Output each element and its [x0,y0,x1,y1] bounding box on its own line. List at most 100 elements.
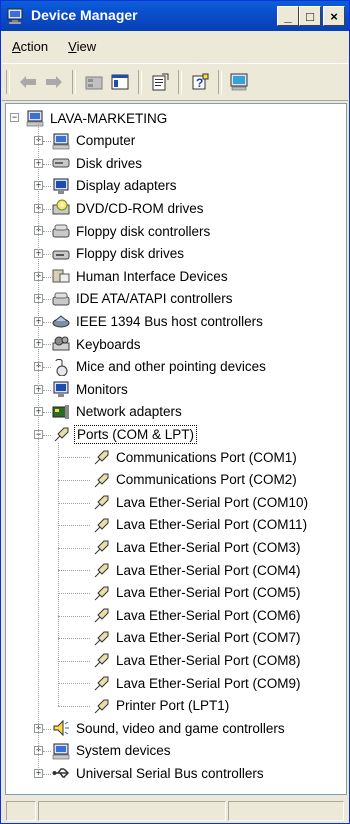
tree-connector [43,208,51,210]
port-icon [94,653,109,668]
mouse-icon [55,358,68,376]
root-expander[interactable]: − [10,113,19,123]
tree-port-item-label: Lava Ether-Serial Port (COM3) [116,539,301,555]
tree-port-item[interactable]: Lava Ether-Serial Port (COM3) [92,536,303,558]
menu-action[interactable]: Action [2,37,58,56]
maximize-button[interactable]: □ [299,6,321,26]
status-panel [6,801,36,821]
close-button[interactable]: × [323,6,345,26]
tree-port-item[interactable]: Lava Ether-Serial Port (COM5) [92,582,303,604]
port-icon [94,586,109,600]
help-icon: ? [192,73,209,90]
scan-hardware-button[interactable] [228,71,252,93]
tree-category-dvd-cd-rom-drives-label: DVD/CD-ROM drives [76,200,204,216]
tree-port-item[interactable]: Printer Port (LPT1) [92,695,231,717]
toolbar-separator [218,70,222,94]
port-icon [94,608,109,623]
toolbar-separator [72,70,76,94]
tree-connector [58,705,90,707]
tree-port-item[interactable]: Lava Ether-Serial Port (COM8) [92,649,303,671]
back-arrow-icon [20,76,36,88]
port-icon [94,676,109,691]
device-tree[interactable]: LAVA-MARKETING − Computer + Disk drives + Disp… [5,103,347,795]
tree-connector [58,660,90,662]
port-icon [94,473,109,487]
tree-port-item[interactable]: Lava Ether-Serial Port (COM7) [92,627,303,649]
tree-category-keyboards[interactable]: Keyboards [52,333,143,355]
status-bar [2,799,348,823]
floppy-icon [52,250,70,260]
tree-connector [58,570,90,572]
show-hide-tree-button[interactable] [108,71,132,93]
tree-connector [58,442,59,706]
tree-connector [43,299,51,301]
tree-port-item-label: Printer Port (LPT1) [116,698,230,714]
tree-port-item[interactable]: Communications Port (COM2) [92,469,299,491]
network-icon [52,404,69,419]
tree-category-mice-and-other-pointing-devices-label: Mice and other pointing devices [76,359,266,375]
minimize-button[interactable]: _ [277,6,299,26]
speaker-icon [53,719,69,737]
console-tree-icon [111,74,129,90]
monitor-icon [53,381,69,398]
properties-button[interactable] [148,71,172,93]
tree-category-display-adapters[interactable]: Display adapters [52,175,179,197]
tree-port-item-label: Lava Ether-Serial Port (COM5) [116,585,301,601]
port-icon [54,427,69,442]
tree-root-label: LAVA-MARKETING [50,110,168,126]
port-icon [94,518,109,533]
tree-category-ieee-1394-bus-host-controllers[interactable]: IEEE 1394 Bus host controllers [52,310,265,332]
tree-category-ide-ata-atapi-controllers[interactable]: IDE ATA/ATAPI controllers [52,288,235,310]
tree-category-universal-serial-bus-controllers[interactable]: Universal Serial Bus controllers [52,762,266,784]
port-icon [94,563,109,578]
tree-connector [43,773,51,775]
tree-category-computer-label: Computer [76,133,136,149]
menu-view[interactable]: View [58,37,106,56]
tree-category-computer[interactable]: Computer [52,130,137,152]
tree-port-item[interactable]: Lava Ether-Serial Port (COM4) [92,559,303,581]
tree-category-disk-drives[interactable]: Disk drives [52,152,144,174]
tree-category-human-interface-devices[interactable]: Human Interface Devices [52,265,230,287]
tree-category-human-interface-devices-label: Human Interface Devices [76,268,228,284]
tree-category-floppy-disk-controllers[interactable]: Floppy disk controllers [52,220,212,242]
tree-category-floppy-disk-drives[interactable]: Floppy disk drives [52,243,186,265]
device-manager-icon [7,8,23,24]
tree-category-dvd-cd-rom-drives[interactable]: DVD/CD-ROM drives [52,197,206,219]
title-bar[interactable]: Device Manager _ □ × [1,1,349,31]
menu-view-rest: iew [76,38,97,54]
forward-button[interactable] [42,71,66,93]
tree-port-item[interactable]: Lava Ether-Serial Port (COM11) [92,514,309,536]
toolbar-separator [138,70,142,94]
tree-connector [43,140,51,142]
tree-port-item[interactable]: Communications Port (COM1) [92,446,299,468]
tree-connector [58,525,90,527]
tree-root[interactable]: LAVA-MARKETING [26,107,169,129]
tree-category-mice-and-other-pointing-devices[interactable]: Mice and other pointing devices [52,356,268,378]
tree-category-network-adapters[interactable]: Network adapters [52,401,184,423]
computer-icon [26,110,44,127]
tree-port-item[interactable]: Lava Ether-Serial Port (COM6) [92,604,303,626]
menu-action-rest: ction [20,38,49,54]
tree-category-ports-com-lpt[interactable]: Ports (COM & LPT) [52,423,198,445]
tree-port-item[interactable]: Lava Ether-Serial Port (COM9) [92,672,303,694]
tree-connector [58,683,90,685]
tree-connector [58,479,90,481]
up-level-button[interactable] [82,71,106,93]
tree-category-ide-ata-atapi-controllers-label: IDE ATA/ATAPI controllers [76,291,233,307]
tree-category-sound-video-and-game-controllers[interactable]: Sound, video and game controllers [52,717,287,739]
tree-port-item-label: Lava Ether-Serial Port (COM4) [116,562,301,578]
tree-category-system-devices[interactable]: System devices [52,740,173,762]
help-button[interactable]: ? [188,71,212,93]
tree-category-ports-com-lpt-label: Ports (COM & LPT) [74,424,198,444]
back-button[interactable] [16,71,40,93]
toolbar-grip[interactable] [6,70,10,94]
tree-connector [43,412,51,414]
tree-category-monitors[interactable]: Monitors [52,378,130,400]
tree-port-item[interactable]: Lava Ether-Serial Port (COM10) [92,491,310,513]
tree-connector [43,231,51,233]
status-panel [228,801,344,821]
svg-text:?: ? [196,76,203,90]
tree-category-disk-drives-label: Disk drives [76,155,143,171]
monitor-icon [53,178,69,194]
menu-action-accel: A [12,38,21,54]
